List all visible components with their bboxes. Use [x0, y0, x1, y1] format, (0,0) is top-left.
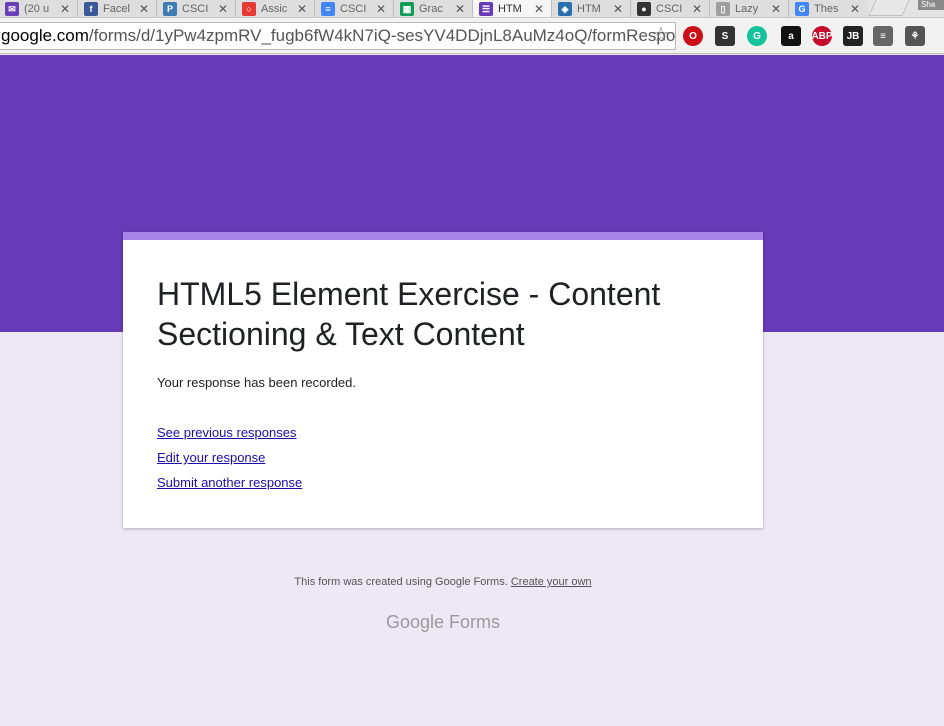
profile-button[interactable]: Sha [918, 0, 944, 10]
page-icon: ▯ [716, 2, 730, 16]
loading-icon: ○ [242, 2, 256, 16]
amazon-icon[interactable]: a [781, 26, 801, 46]
google-icon: G [795, 2, 809, 16]
layers-icon[interactable]: ≡ [873, 26, 893, 46]
browser-tab[interactable]: ◈ HTM ✕ [551, 0, 631, 17]
browser-tab[interactable]: ✉ (20 u ✕ [0, 0, 78, 17]
close-tab-icon[interactable]: ✕ [613, 2, 623, 16]
browser-toolbar: google.com/forms/d/1yPw4zpmRV_fugb6fW4kN… [0, 18, 944, 54]
tab-title: HTM [498, 3, 522, 15]
address-bar[interactable]: google.com/forms/d/1yPw4zpmRV_fugb6fW4kN… [0, 22, 676, 50]
browser-tab[interactable]: ● CSCI ✕ [630, 0, 710, 17]
tab-title: CSCI [656, 3, 683, 15]
close-tab-icon[interactable]: ✕ [60, 2, 70, 16]
close-tab-icon[interactable]: ✕ [376, 2, 386, 16]
edit-response-link[interactable]: Edit your response [157, 450, 265, 465]
close-tab-icon[interactable]: ✕ [692, 2, 702, 16]
google-forms-logo[interactable]: Google Forms [0, 612, 886, 633]
tab-title: HTM [577, 3, 601, 15]
create-your-own-link[interactable]: Create your own [511, 576, 592, 588]
close-tab-icon[interactable]: ✕ [297, 2, 307, 16]
browser-tab[interactable]: ▦ Grac ✕ [393, 0, 473, 17]
tab-title: Assic [261, 3, 288, 15]
piazza-icon: P [163, 2, 177, 16]
sheets-icon: ▦ [400, 2, 414, 16]
browser-tab[interactable]: ☰ HTM ✕ [472, 0, 552, 17]
github-icon: ● [637, 2, 651, 16]
tab-title: CSCI [340, 3, 367, 15]
browser-tab[interactable]: f Facel ✕ [77, 0, 157, 17]
confirmation-message: Your response has been recorded. [157, 375, 356, 390]
close-tab-icon[interactable]: ✕ [771, 2, 781, 16]
tab-title: (20 u [24, 3, 50, 15]
form-title: HTML5 Element Exercise - Content Section… [157, 276, 661, 352]
tab-title: Facel [103, 3, 130, 15]
brand-forms: Forms [449, 612, 501, 632]
url-path: /forms/d/1yPw4zpmRV_fugb6fW4kN7iQ-sesYV4… [88, 26, 676, 45]
browser-tab[interactable]: ○ Assic ✕ [235, 0, 315, 17]
submit-another-response-link[interactable]: Submit another response [157, 475, 302, 490]
grammarly-icon[interactable]: G [747, 26, 767, 46]
adblock-icon[interactable]: ABP [811, 26, 833, 46]
s-ext-icon[interactable]: S [715, 26, 735, 46]
tab-title: Thes [814, 3, 839, 15]
close-tab-icon[interactable]: ✕ [455, 2, 465, 16]
codepen-icon: ◈ [558, 2, 572, 16]
tab-title: Grac [419, 3, 443, 15]
footer-note: This form was created using Google Forms… [0, 576, 886, 588]
new-tab-button[interactable] [868, 0, 910, 16]
tab-title: Lazy [735, 3, 759, 15]
jb-icon[interactable]: JB [843, 26, 863, 46]
opera-icon[interactable]: O [683, 26, 703, 46]
close-tab-icon[interactable]: ✕ [850, 2, 860, 16]
close-tab-icon[interactable]: ✕ [534, 2, 544, 16]
close-tab-icon[interactable]: ✕ [139, 2, 149, 16]
forms-icon: ☰ [479, 2, 493, 16]
see-previous-responses-link[interactable]: See previous responses [157, 425, 296, 440]
bookmark-star-icon[interactable]: ☆ [652, 22, 670, 47]
response-card: HTML5 Element Exercise - Content Section… [123, 232, 763, 528]
browser-tab[interactable]: P CSCI ✕ [156, 0, 236, 17]
browser-tab-strip: ✉ (20 u ✕ f Facel ✕ P CSCI ✕ ○ Assic ✕ ≡ CSCI ✕ ▦ Grac ✕ ☰… [0, 0, 944, 18]
gmail-icon: ✉ [5, 2, 19, 16]
facebook-icon: f [84, 2, 98, 16]
palm-icon[interactable]: ⚘ [905, 26, 925, 46]
browser-tab[interactable]: G Thes ✕ [788, 0, 868, 17]
docs-icon: ≡ [321, 2, 335, 16]
browser-tab[interactable]: ▯ Lazy ✕ [709, 0, 789, 17]
url-domain: google.com [1, 26, 89, 45]
tab-title: CSCI [182, 3, 209, 15]
close-tab-icon[interactable]: ✕ [218, 2, 228, 16]
brand-google: Google [385, 612, 445, 632]
footer-text: This form was created using Google Forms… [294, 576, 508, 588]
browser-tab[interactable]: ≡ CSCI ✕ [314, 0, 394, 17]
